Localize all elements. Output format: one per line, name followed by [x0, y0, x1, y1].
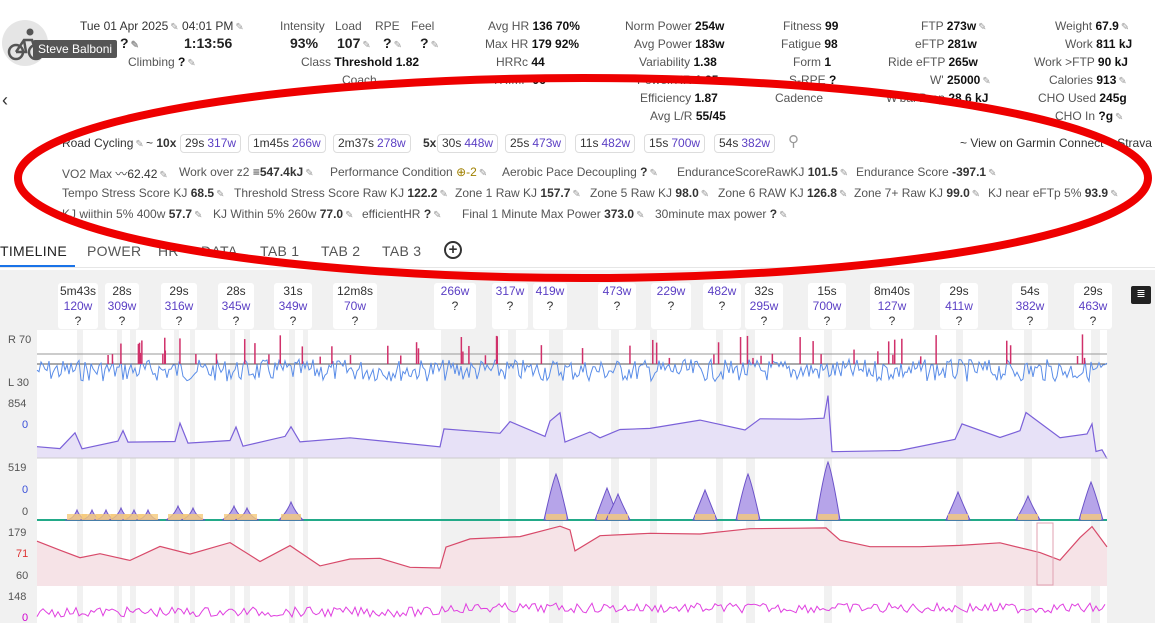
hr-mid-label: 71 [16, 548, 29, 560]
power-max-label: 854 [8, 398, 27, 410]
cadence-zero-label: 0 [22, 612, 29, 623]
wbal-peak-zone [281, 514, 301, 520]
cadence-max-label: 148 [8, 591, 27, 603]
wbal-max-label: 519 [8, 462, 27, 474]
wbal-zero2-label: 0 [22, 506, 29, 518]
wbal-peak-zone [183, 514, 203, 520]
hr-min-label: 60 [16, 570, 29, 582]
power-zero-label: 0 [22, 419, 29, 431]
wbal-peak-zone [138, 514, 158, 520]
hr-max-label: 179 [8, 527, 27, 539]
wbal-zero-label: 0 [22, 484, 29, 496]
wbal-peak-zone [695, 514, 715, 520]
wbal-peak-zone [738, 514, 758, 520]
wbal-peak-zone [818, 514, 838, 520]
balance-bottom-label: L 30 [8, 377, 30, 389]
wbal-peak-zone [1081, 514, 1101, 520]
wbal-peak-zone [237, 514, 257, 520]
balance-top-label: R 70 [8, 334, 32, 346]
wbal-peak-zone [948, 514, 968, 520]
wbal-peak-zone [1018, 514, 1038, 520]
wbal-peak-zone [608, 514, 628, 520]
comment-icon[interactable]: ≣ [1131, 286, 1151, 304]
wbal-peak-zone [546, 514, 566, 520]
timeline-charts[interactable] [0, 0, 1155, 623]
